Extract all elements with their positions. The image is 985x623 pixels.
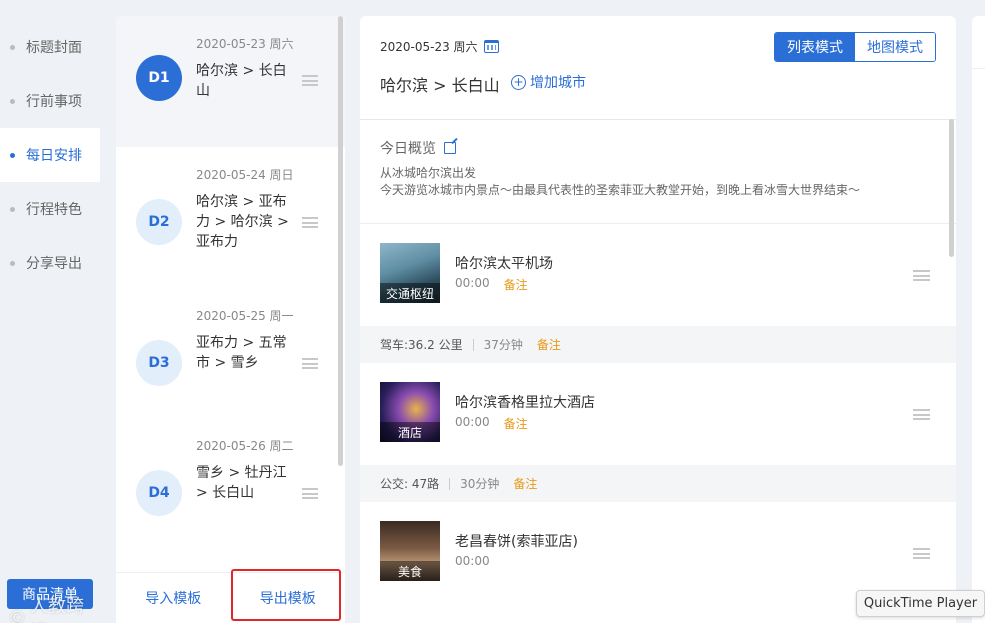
add-city-label: 增加城市: [530, 75, 586, 91]
day-badge: D3: [136, 340, 182, 386]
bullet-icon: [10, 152, 15, 158]
day-badge: D4: [136, 470, 182, 516]
nav-item-label: 标题封面: [26, 40, 82, 56]
poi-category: 酒店: [380, 422, 440, 442]
bullet-icon: [10, 98, 15, 104]
poi-note-button[interactable]: 备注: [504, 276, 528, 293]
overview-line: 从冰城哈尔滨出发: [380, 166, 477, 180]
overview-title: 今日概览: [380, 138, 936, 158]
day-route: 哈尔滨 > 亚布力 > 哈尔滨 > 亚布力: [196, 194, 289, 250]
drag-handle-icon[interactable]: [913, 270, 930, 281]
drag-handle-icon[interactable]: [302, 75, 318, 86]
nav-item-label: 每日安排: [26, 148, 82, 164]
divider: [472, 338, 474, 351]
nav-item-label: 行程特色: [26, 202, 82, 218]
detail-date-text: 2020-05-23 周六: [380, 40, 478, 54]
day-route: 亚布力 > 五常市 > 雪乡: [196, 335, 287, 371]
watermark: © 人教跨境: [8, 592, 100, 623]
day-route: 哈尔滨 > 长白山: [196, 63, 287, 99]
day-list-scrollbar[interactable]: [338, 16, 343, 466]
watermark-text: 人教跨境: [30, 596, 84, 623]
calendar-icon[interactable]: [483, 40, 499, 53]
watermark-logo-icon: ©: [8, 607, 26, 623]
poi-name: 哈尔滨太平机场: [455, 256, 553, 272]
app-tooltip: QuickTime Player: [856, 590, 985, 617]
drag-handle-icon[interactable]: [302, 358, 318, 369]
day-badge: D1: [136, 55, 182, 101]
nav-item-cover[interactable]: 标题封面: [0, 20, 100, 74]
poi-thumbnail: 酒店: [380, 382, 440, 442]
day-list-panel: D1 2020-05-23 周六 哈尔滨 > 长白山 D2 2020-05-24…: [116, 16, 345, 623]
nav-item-features[interactable]: 行程特色: [0, 182, 100, 236]
overview-line: 今天游览冰城市内景点～由最具代表性的圣索菲亚大教堂开始，到晚上看冰雪大世界结束～: [380, 183, 861, 197]
day-item-d3[interactable]: D3 2020-05-25 周一 亚布力 > 五常市 > 雪乡: [116, 288, 345, 418]
poi-item[interactable]: 酒店 哈尔滨香格里拉大酒店 00:00 备注: [360, 363, 956, 465]
day-route: 雪乡 > 牡丹江 > 长白山: [196, 465, 287, 501]
day-item-d2[interactable]: D2 2020-05-24 周日 哈尔滨 > 亚布力 > 哈尔滨 > 亚布力: [116, 147, 345, 288]
nav-item-label: 行前事项: [26, 94, 82, 110]
bullet-icon: [10, 44, 15, 50]
poi-name: 哈尔滨香格里拉大酒店: [455, 395, 595, 411]
nav-item-label: 分享导出: [26, 256, 82, 272]
bullet-icon: [10, 206, 15, 212]
nav-item-share[interactable]: 分享导出: [0, 236, 100, 290]
view-mode-switch: 列表模式 地图模式: [774, 32, 936, 62]
nav-item-pretrip[interactable]: 行前事项: [0, 74, 100, 128]
day-date: 2020-05-23 周六: [196, 37, 294, 51]
day-overview: 今日概览 从冰城哈尔滨出发 今天游览冰城市内景点～由最具代表性的圣索菲亚大教堂开…: [360, 120, 956, 224]
poi-time: 00:00: [455, 276, 490, 290]
right-panel-edge: [972, 16, 985, 623]
poi-category: 交通枢纽: [380, 283, 440, 303]
transit-duration: 37分钟: [483, 338, 523, 352]
poi-note-button[interactable]: 备注: [504, 415, 528, 432]
transit-row: 驾车:36.2 公里 37分钟 备注: [360, 326, 956, 363]
day-item-d4[interactable]: D4 2020-05-26 周二 雪乡 > 牡丹江 > 长白山: [116, 418, 345, 558]
transit-note-button[interactable]: 备注: [513, 475, 537, 492]
overview-title-text: 今日概览: [380, 141, 436, 157]
transit-duration: 30分钟: [460, 477, 500, 491]
transit-mode: 公交: 47路: [380, 477, 440, 491]
day-date: 2020-05-24 周日: [196, 168, 294, 182]
day-item-d1[interactable]: D1 2020-05-23 周六 哈尔滨 > 长白山: [116, 16, 345, 147]
bullet-icon: [10, 260, 15, 266]
poi-thumbnail: 交通枢纽: [380, 243, 440, 303]
day-date: 2020-05-25 周一: [196, 309, 294, 323]
left-nav: 标题封面 行前事项 每日安排 行程特色 分享导出 商品清单 © 人教跨境: [0, 0, 100, 623]
divider: [449, 477, 451, 490]
drag-handle-icon[interactable]: [913, 409, 930, 420]
poi-meta: 00:00 备注: [455, 276, 528, 293]
detail-route: 哈尔滨 > 长白山: [380, 76, 500, 95]
transit-mode: 驾车:36.2 公里: [380, 338, 463, 352]
poi-item[interactable]: 交通枢纽 哈尔滨太平机场 00:00 备注: [360, 224, 956, 326]
drag-handle-icon[interactable]: [913, 548, 930, 559]
export-highlight-box: [231, 569, 341, 621]
day-detail-panel: 2020-05-23 周六 哈尔滨 > 长白山 + 增加城市 列表模式 地图模式…: [360, 16, 956, 623]
poi-category: 美食: [380, 561, 440, 581]
poi-name: 老昌春饼(索菲亚店): [455, 534, 578, 550]
map-mode-button[interactable]: 地图模式: [855, 33, 935, 61]
drag-handle-icon[interactable]: [302, 488, 318, 499]
poi-meta: 00:00 备注: [455, 415, 528, 432]
poi-thumbnail: 美食: [380, 521, 440, 581]
day-date: 2020-05-26 周二: [196, 439, 294, 453]
detail-scrollbar[interactable]: [949, 119, 954, 257]
drag-handle-icon[interactable]: [302, 217, 318, 228]
day-badge: D2: [136, 199, 182, 245]
poi-time: 00:00: [455, 415, 490, 429]
add-city-button[interactable]: + 增加城市: [511, 72, 586, 92]
nav-item-daily[interactable]: 每日安排: [0, 128, 100, 182]
import-template-button[interactable]: 导入模板: [116, 573, 231, 623]
poi-meta: 00:00: [455, 554, 490, 568]
itinerary-list: 今日概览 从冰城哈尔滨出发 今天游览冰城市内景点～由最具代表性的圣索菲亚大教堂开…: [360, 119, 956, 623]
list-mode-button[interactable]: 列表模式: [775, 33, 855, 61]
edit-icon[interactable]: [444, 142, 456, 154]
detail-date: 2020-05-23 周六: [380, 38, 499, 55]
poi-time: 00:00: [455, 554, 490, 568]
plus-circle-icon: +: [511, 74, 526, 90]
transit-note-button[interactable]: 备注: [537, 336, 561, 353]
transit-row: 公交: 47路 30分钟 备注: [360, 465, 956, 502]
poi-item[interactable]: 美食 老昌春饼(索菲亚店) 00:00: [360, 502, 956, 604]
